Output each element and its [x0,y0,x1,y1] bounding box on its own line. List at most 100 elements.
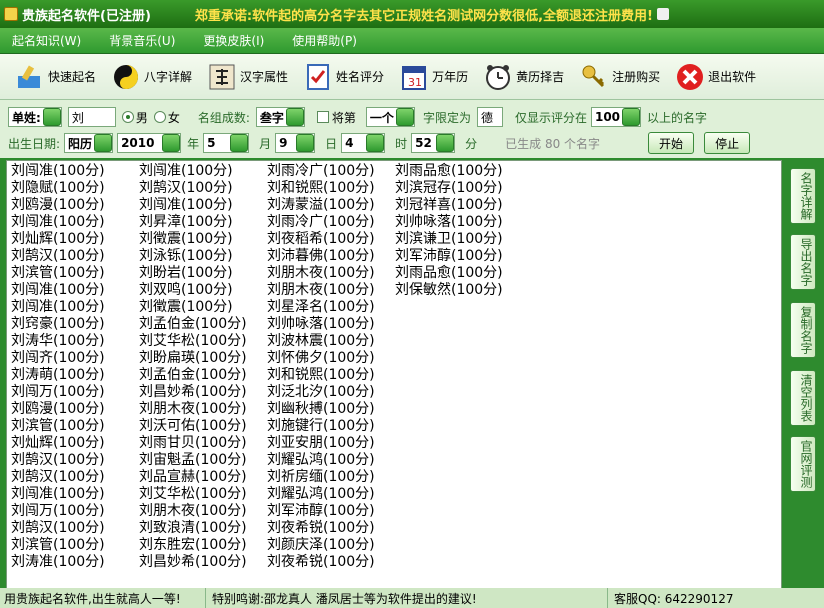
name-list-item[interactable]: 刘雨甘贝(100分) [139,435,247,452]
name-list-item[interactable]: 刘灿辉(100分) [11,231,105,248]
clear-list-button[interactable]: 清空列表 [790,370,816,426]
name-list-item[interactable]: 刘颜庆泽(100分) [267,537,375,554]
name-list-item[interactable]: 刘和锐熙(100分) [267,367,375,384]
name-list-item[interactable]: 刘滨管(100分) [11,265,105,282]
name-list-item[interactable]: 刘祈房缅(100分) [267,469,375,486]
name-list-item[interactable]: 刘闯准(100分) [139,163,247,180]
name-list-item[interactable]: 刘雨品愈(100分) [395,265,503,282]
stop-button[interactable]: 停止 [704,132,751,154]
name-list-item[interactable]: 刘军沛醇(100分) [395,248,503,265]
name-list-item[interactable]: 刘亚安朋(100分) [267,435,375,452]
name-list-item[interactable]: 刘闯准(100分) [11,299,105,316]
name-list-item[interactable]: 刘涛华(100分) [11,333,105,350]
name-list-item[interactable]: 刘闯万(100分) [11,503,105,520]
name-list-item[interactable]: 刘沛暮佛(100分) [267,248,375,265]
name-list-item[interactable]: 刘鸥漫(100分) [11,401,105,418]
name-list-item[interactable]: 刘涛萌(100分) [11,367,105,384]
name-score-button[interactable]: 姓名评分 [302,61,384,93]
name-list-item[interactable]: 刘泛北汐(100分) [267,384,375,401]
name-list-item[interactable]: 刘昇漳(100分) [139,214,247,231]
hour-select[interactable]: 4 [341,133,386,153]
name-list-item[interactable]: 刘朋木夜(100分) [267,282,375,299]
fixed-position-select[interactable]: 一个 [365,107,415,127]
name-list-item[interactable]: 刘鸥漫(100分) [11,197,105,214]
start-button[interactable]: 开始 [648,132,695,154]
name-list-item[interactable]: 刘品宣赫(100分) [139,469,247,486]
name-list-item[interactable]: 刘帅咏落(100分) [395,214,503,231]
composition-select[interactable]: 叁字 [255,107,305,127]
name-list-item[interactable]: 刘鹄汉(100分) [11,469,105,486]
name-list-item[interactable]: 刘滨谦卫(100分) [395,231,503,248]
name-list-item[interactable]: 刘窍豪(100分) [11,316,105,333]
name-list-item[interactable]: 刘军沛醇(100分) [267,503,375,520]
name-list-item[interactable]: 刘滨管(100分) [11,537,105,554]
name-list-item[interactable]: 刘闯万(100分) [11,384,105,401]
name-list-item[interactable]: 刘昌妙希(100分) [139,554,247,571]
name-list-item[interactable]: 刘夜希锐(100分) [267,554,375,571]
name-list-item[interactable]: 刘昌妙希(100分) [139,384,247,401]
min-score-select[interactable]: 100 [590,107,642,127]
name-list-item[interactable]: 刘灿辉(100分) [11,435,105,452]
name-list-item[interactable]: 刘涛蒙溢(100分) [267,197,375,214]
name-list-item[interactable]: 刘鹄汉(100分) [11,452,105,469]
name-list-item[interactable]: 刘东胜宏(100分) [139,537,247,554]
name-list-item[interactable]: 刘保敏然(100分) [395,282,503,299]
name-list-item[interactable]: 刘朋木夜(100分) [267,265,375,282]
name-list-item[interactable]: 刘雨冷广(100分) [267,214,375,231]
name-list-item[interactable]: 刘隐赋(100分) [11,180,105,197]
name-list-item[interactable]: 刘夜稻希(100分) [267,231,375,248]
name-list-item[interactable]: 刘闯准(100分) [11,214,105,231]
name-detail-button[interactable]: 名字详解 [790,168,816,224]
name-list-item[interactable]: 刘雨品愈(100分) [395,163,503,180]
exit-button[interactable]: 退出软件 [674,61,756,93]
name-list-item[interactable]: 刘闯齐(100分) [11,350,105,367]
quick-name-button[interactable]: 快速起名 [14,61,96,93]
month-select[interactable]: 5 [203,133,250,153]
name-list-item[interactable]: 刘耀弘鸿(100分) [267,452,375,469]
name-list-item[interactable]: 刘滨管(100分) [11,418,105,435]
name-list-item[interactable]: 刘盼扁瑛(100分) [139,350,247,367]
name-list-item[interactable]: 刘耀弘鸿(100分) [267,486,375,503]
char-attribute-button[interactable]: 汉字属性 [206,61,288,93]
name-list-item[interactable]: 刘沃可佑(100分) [139,418,247,435]
menu-naming-knowledge[interactable]: 起名知识(W) [12,32,81,49]
name-list-item[interactable]: 刘鹄汉(100分) [11,248,105,265]
name-list-item[interactable]: 刘冠祥喜(100分) [395,197,503,214]
register-button[interactable]: 注册购买 [578,61,660,93]
name-list[interactable]: 刘闯准(100分) 刘隐赋(100分) 刘鸥漫(100分) 刘闯准(100分) 刘灿辉(… [6,160,782,590]
name-list-item[interactable]: 刘徵震(100分) [139,231,247,248]
name-list-item[interactable]: 刘闯准(100分) [11,163,105,180]
export-names-button[interactable]: 导出名字 [790,234,816,290]
name-list-item[interactable]: 刘施键行(100分) [267,418,375,435]
name-list-item[interactable]: 刘致浪清(100分) [139,520,247,537]
name-list-item[interactable]: 刘怀佛夕(100分) [267,350,375,367]
day-select[interactable]: 9 [275,133,316,153]
calendar-button[interactable]: 31 万年历 [398,61,468,93]
name-list-item[interactable]: 刘帅咏落(100分) [267,316,375,333]
fixed-char-checkbox[interactable] [316,111,329,123]
name-list-item[interactable]: 刘泳铄(100分) [139,248,247,265]
name-list-item[interactable]: 刘波林震(100分) [267,333,375,350]
name-list-item[interactable]: 刘星泽名(100分) [267,299,375,316]
name-list-item[interactable]: 刘艾华松(100分) [139,333,247,350]
menu-background-music[interactable]: 背景音乐(U) [109,32,175,49]
name-list-item[interactable]: 刘鹄汉(100分) [11,520,105,537]
name-list-item[interactable]: 刘鹄汉(100分) [139,180,247,197]
year-select[interactable]: 2010 [117,133,182,153]
name-list-item[interactable]: 刘闯准(100分) [11,486,105,503]
official-review-button[interactable]: 官网评测 [790,436,816,492]
name-list-item[interactable]: 刘和锐熙(100分) [267,180,375,197]
almanac-button[interactable]: 黄历择吉 [482,61,564,93]
name-list-item[interactable]: 刘朋木夜(100分) [139,401,247,418]
name-list-item[interactable]: 刘双鸣(100分) [139,282,247,299]
name-list-item[interactable]: 刘闯准(100分) [11,282,105,299]
copy-names-button[interactable]: 复制名字 [790,302,816,358]
surname-type-select[interactable]: 单姓: [8,107,62,127]
minute-select[interactable]: 52 [411,133,456,153]
name-list-item[interactable]: 刘徵震(100分) [139,299,247,316]
name-list-item[interactable]: 刘艾华松(100分) [139,486,247,503]
name-list-item[interactable]: 刘涛准(100分) [11,554,105,571]
gender-male-radio[interactable] [121,111,134,123]
menu-change-skin[interactable]: 更换皮肤(I) [203,32,264,49]
name-list-item[interactable]: 刘朋木夜(100分) [139,503,247,520]
